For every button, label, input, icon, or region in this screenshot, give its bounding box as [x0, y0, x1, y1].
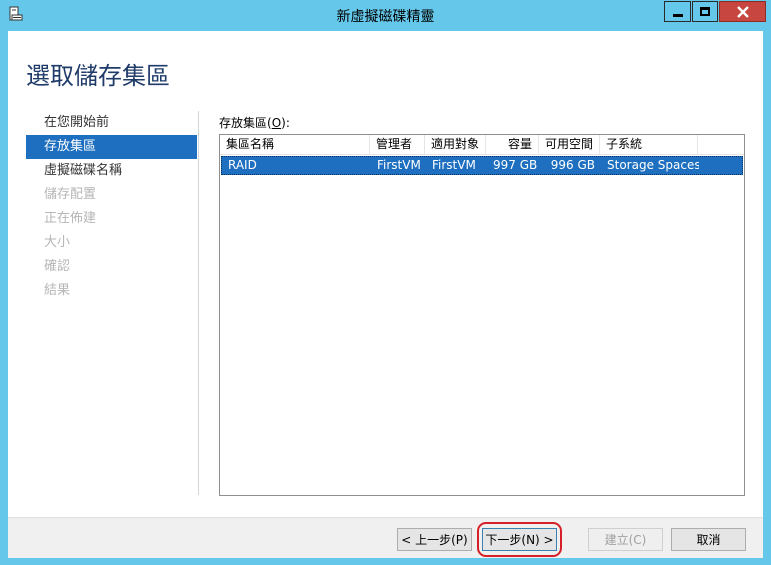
maximize-button[interactable] — [692, 1, 718, 22]
column-header-pool-name[interactable]: 集區名稱 — [220, 135, 370, 155]
step-storage-layout: 儲存配置 — [44, 187, 97, 202]
maximize-icon — [700, 7, 710, 16]
create-button[interactable]: 建立(C) — [588, 528, 663, 551]
column-header-capacity[interactable]: 容量 — [486, 135, 539, 155]
next-button[interactable]: 下一步(N) > — [482, 528, 557, 551]
cell-capacity: 997 GB — [493, 158, 538, 172]
table-row[interactable]: RAID FirstVM FirstVM 997 GB 996 GB Stora… — [221, 156, 743, 175]
column-header-available-to[interactable]: 適用對象 — [425, 135, 486, 155]
wizard-footer: < 上一步(P) 下一步(N) > 建立(C) 取消 — [8, 517, 763, 558]
cell-subsystem: Storage Spaces — [607, 158, 699, 172]
minimize-button[interactable] — [664, 1, 691, 22]
cell-filler — [699, 157, 742, 174]
wizard-step-list: 在您開始前 存放集區 虛擬磁碟名稱 儲存配置 正在佈建 大小 確認 結果 — [26, 111, 197, 303]
close-button[interactable] — [719, 1, 766, 22]
step-confirmation: 確認 — [44, 259, 71, 274]
cancel-button[interactable]: 取消 — [671, 528, 746, 551]
step-virtual-disk-name[interactable]: 虛擬磁碟名稱 — [26, 159, 197, 183]
minimize-icon — [672, 14, 683, 17]
storage-pool-label: 存放集區(O): — [219, 116, 290, 130]
column-header-managed-by[interactable]: 管理者 — [370, 135, 425, 155]
storage-pool-list[interactable]: 集區名稱 管理者 適用對象 容量 可用空間 子系統 RAID FirstVM F… — [219, 134, 745, 496]
step-storage-pool[interactable]: 存放集區 — [26, 135, 197, 159]
wizard-window: 新虛擬磁碟精靈 選取儲存集區 在您開始前 存放集區 虛擬磁碟名稱 儲存配置 正在… — [0, 0, 771, 565]
vertical-divider — [198, 111, 199, 495]
cell-pool-name: RAID — [228, 158, 257, 172]
step-provisioning: 正在佈建 — [44, 211, 97, 226]
cell-available-to: FirstVM — [432, 158, 476, 172]
close-icon — [736, 5, 749, 18]
wizard-client-area: 選取儲存集區 在您開始前 存放集區 虛擬磁碟名稱 儲存配置 正在佈建 大小 確認… — [8, 31, 763, 558]
title-bar[interactable]: 新虛擬磁碟精靈 — [0, 0, 771, 30]
list-header: 集區名稱 管理者 適用對象 容量 可用空間 子系統 — [220, 135, 744, 155]
step-results: 結果 — [44, 283, 71, 298]
page-title: 選取儲存集區 — [26, 62, 170, 90]
column-header-subsystem[interactable]: 子系統 — [600, 135, 698, 155]
cell-free-space: 996 GB — [550, 158, 595, 172]
step-before-you-begin[interactable]: 在您開始前 — [26, 111, 197, 135]
window-title: 新虛擬磁碟精靈 — [336, 9, 435, 25]
cell-managed-by: FirstVM — [377, 158, 421, 172]
column-header-free-space[interactable]: 可用空間 — [539, 135, 600, 155]
previous-button[interactable]: < 上一步(P) — [397, 528, 472, 551]
column-header-filler — [698, 135, 744, 155]
step-size: 大小 — [44, 235, 71, 250]
